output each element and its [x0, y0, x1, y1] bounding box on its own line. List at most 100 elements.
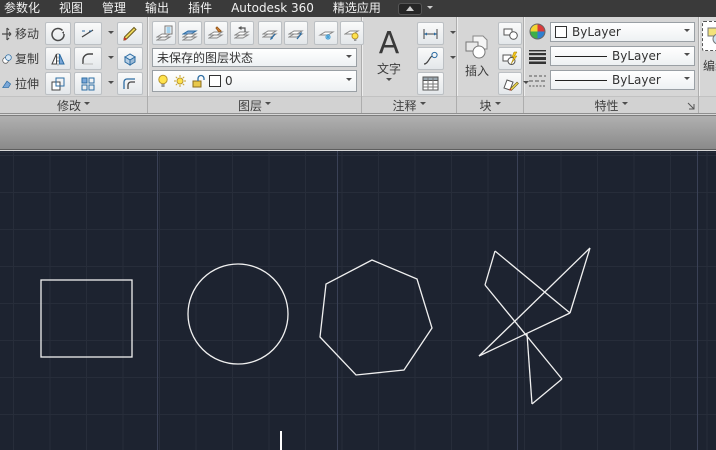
edit-attribute-button[interactable] — [498, 72, 522, 95]
array-dropdown-icon[interactable] — [108, 81, 114, 87]
layer-on-bulb-icon[interactable] — [157, 74, 169, 89]
move-button[interactable]: 移动 — [0, 22, 42, 45]
entity-star-segment — [527, 334, 532, 404]
entity-circle — [188, 264, 288, 364]
layer-off-button[interactable] — [340, 21, 364, 45]
group-button[interactable] — [702, 21, 716, 51]
properties-expand-icon — [622, 102, 628, 108]
layer-properties-button[interactable] — [152, 21, 176, 45]
layer-unlock-icon[interactable] — [191, 74, 205, 89]
layer-previous-icon — [234, 25, 251, 42]
trim-button[interactable] — [74, 22, 102, 45]
layer-color-swatch[interactable] — [209, 75, 221, 87]
ribbon-collapse-menu-icon[interactable] — [427, 6, 433, 12]
move-label: 移动 — [15, 25, 39, 42]
color-wheel-icon — [529, 23, 546, 40]
dimension-button[interactable] — [417, 22, 444, 45]
properties-title-label: 特性 — [594, 97, 618, 114]
panel-annotation: A 文字 注释 — [362, 17, 457, 113]
linetype-sample — [555, 80, 607, 81]
modify-title-label: 修改 — [57, 97, 81, 114]
insert-icon — [464, 34, 490, 60]
collapse-up-icon — [406, 2, 414, 11]
menu-view[interactable]: 视图 — [59, 0, 83, 17]
panel-title-annotation[interactable]: 注释 — [362, 96, 456, 113]
layer-isolate-icon — [262, 25, 279, 42]
explode-icon — [122, 51, 138, 67]
lineweight-dropdown-icon — [684, 53, 690, 59]
linetype-dropdown-icon — [684, 77, 690, 83]
trim-icon — [80, 26, 96, 42]
insert-label: 插入 — [465, 62, 489, 79]
entity-heptagon — [320, 260, 432, 375]
mirror-icon — [50, 51, 66, 67]
object-color-dropdown[interactable]: ByLayer — [550, 22, 695, 42]
drawing-canvas[interactable] — [0, 151, 716, 450]
fillet-button[interactable] — [74, 47, 102, 70]
lineweight-dropdown[interactable]: ByLayer — [550, 46, 695, 66]
current-layer-value: 0 — [225, 74, 233, 88]
layer-previous-button[interactable] — [230, 21, 254, 45]
scale-button[interactable] — [45, 72, 71, 95]
menu-plugins[interactable]: 插件 — [188, 0, 212, 17]
create-block-icon — [502, 26, 519, 41]
properties-dialog-launcher-icon[interactable] — [686, 101, 695, 110]
create-block-button[interactable] — [498, 22, 522, 45]
menu-featured-apps[interactable]: 精选应用 — [333, 0, 381, 17]
mirror-button[interactable] — [45, 47, 71, 70]
rotate-button[interactable] — [45, 22, 71, 45]
linetype-dropdown[interactable]: ByLayer — [550, 70, 695, 90]
block-editor-button[interactable] — [498, 47, 522, 70]
leader-dropdown-icon[interactable] — [450, 56, 456, 62]
fillet-dropdown-icon[interactable] — [108, 56, 114, 62]
menu-autodesk360[interactable]: Autodesk 360 — [231, 0, 314, 17]
linetype-value: ByLayer — [612, 73, 661, 87]
layer-thaw-sun-icon[interactable] — [173, 74, 187, 88]
color-dropdown-icon — [684, 29, 690, 35]
trim-dropdown-icon[interactable] — [108, 31, 114, 37]
panel-title-block[interactable]: 块 — [457, 96, 523, 113]
layer-isolate-button[interactable] — [258, 21, 282, 45]
array-button[interactable] — [74, 72, 102, 95]
layer-change-button[interactable] — [204, 21, 228, 45]
menu-manage[interactable]: 管理 — [102, 0, 126, 17]
panel-title-layers[interactable]: 图层 — [148, 96, 361, 113]
layer-freeze-button[interactable] — [314, 21, 338, 45]
panel-title-group[interactable] — [699, 96, 716, 113]
erase-button[interactable] — [117, 22, 143, 45]
menu-output[interactable]: 输出 — [145, 0, 169, 17]
color-swatch — [555, 26, 567, 38]
panel-title-modify[interactable]: 修改 — [0, 96, 147, 113]
stretch-button[interactable]: 拉伸 — [0, 72, 42, 95]
leader-button[interactable] — [417, 47, 444, 70]
canvas-shapes — [0, 151, 716, 450]
layer-match-button[interactable] — [178, 21, 202, 45]
offset-button[interactable] — [117, 72, 143, 95]
layer-match-icon — [182, 25, 199, 42]
entity-rectangle — [41, 280, 132, 357]
table-button[interactable] — [417, 72, 444, 95]
layer-state-value: 未保存的图层状态 — [157, 49, 253, 66]
dimension-dropdown-icon[interactable] — [450, 31, 456, 37]
edit-attribute-icon — [502, 76, 519, 91]
explode-button[interactable] — [117, 47, 143, 70]
current-layer-dropdown[interactable]: 0 — [152, 70, 357, 92]
insert-button[interactable]: 插入 — [458, 20, 496, 93]
move-icon — [2, 27, 12, 41]
block-title-label: 块 — [479, 97, 491, 114]
copy-button[interactable]: 复制 — [0, 47, 42, 70]
menu-bar: 参数化 视图 管理 输出 插件 Autodesk 360 精选应用 — [0, 0, 716, 17]
text-button[interactable]: A 文字 — [365, 20, 413, 93]
annotation-expand-icon — [420, 102, 426, 108]
panel-title-properties[interactable]: 特性 — [524, 96, 698, 113]
layer-change-icon — [208, 25, 225, 42]
layer-unisolate-button[interactable] — [284, 21, 308, 45]
layer-state-dropdown[interactable]: 未保存的图层状态 — [152, 48, 357, 67]
text-dropdown-icon — [386, 78, 392, 84]
menu-parametric[interactable]: 参数化 — [4, 0, 40, 17]
copy-icon — [2, 52, 12, 66]
leader-icon — [422, 51, 439, 66]
fillet-icon — [80, 51, 96, 67]
ribbon-collapse-button[interactable] — [398, 3, 422, 15]
group-icon — [706, 25, 716, 47]
